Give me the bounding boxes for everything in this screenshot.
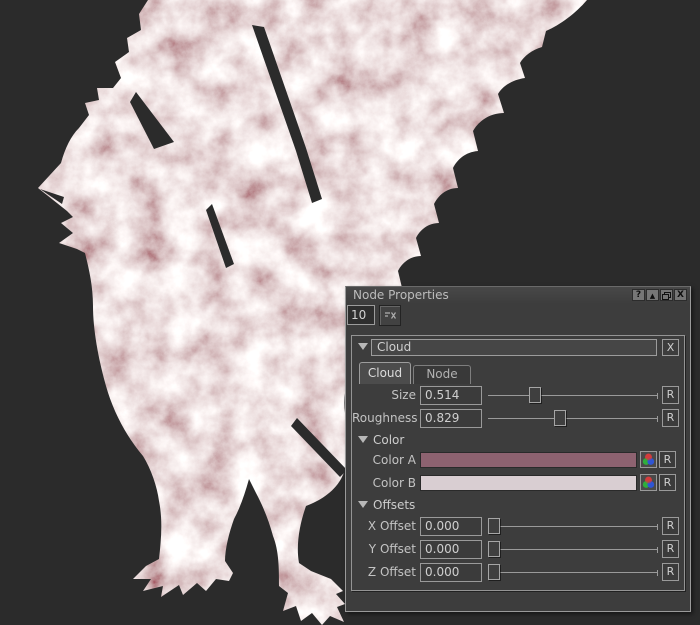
help-button[interactable]: ? — [632, 289, 645, 301]
size-label: Size — [352, 388, 416, 402]
roughness-slider-handle[interactable] — [554, 410, 566, 426]
restore-button[interactable] — [660, 289, 673, 301]
y-offset-slider-handle[interactable] — [488, 541, 500, 557]
z-offset-slider-handle[interactable] — [488, 564, 500, 580]
z-offset-reset-button[interactable]: R — [662, 563, 679, 581]
collapse-color-icon[interactable] — [358, 436, 368, 443]
slider-track — [488, 549, 657, 550]
color-a-label: Color A — [352, 453, 416, 467]
size-slider[interactable] — [488, 386, 658, 405]
color-a-swatch[interactable] — [420, 452, 637, 468]
slider-end-tick — [657, 570, 658, 576]
color-section-title: Color — [373, 433, 404, 447]
slider-end-tick — [657, 416, 658, 422]
size-input[interactable]: 0.514 — [420, 386, 482, 405]
y-offset-row: Y Offset 0.000 R — [352, 540, 684, 559]
size-reset-button[interactable]: R — [662, 386, 679, 404]
z-offset-label: Z Offset — [352, 565, 416, 579]
cloud-node-group: Cloud X Cloud Node Size 0.514 R Roughnes… — [351, 335, 685, 591]
keyboard-entry-button[interactable] — [379, 305, 401, 326]
roughness-reset-button[interactable]: R — [662, 409, 679, 427]
roughness-row: Roughness 0.829 R — [352, 409, 684, 428]
window-controls: ? ▲ X — [632, 289, 687, 301]
node-properties-panel: Node Properties ? ▲ X 10 Cloud X Cloud N… — [345, 286, 691, 612]
keyboard-icon — [384, 311, 397, 320]
slider-end-tick — [657, 524, 658, 530]
y-offset-reset-button[interactable]: R — [662, 540, 679, 558]
panel-titlebar[interactable]: Node Properties ? ▲ X — [346, 287, 690, 304]
roughness-slider[interactable] — [488, 409, 658, 428]
y-offset-input[interactable]: 0.000 — [420, 540, 482, 559]
offsets-section-title: Offsets — [373, 498, 415, 512]
color-b-row: Color B R — [352, 474, 684, 493]
color-b-reset-button[interactable]: R — [659, 474, 676, 491]
x-offset-reset-button[interactable]: R — [662, 517, 679, 535]
color-a-row: Color A R — [352, 451, 684, 470]
size-slider-handle[interactable] — [529, 387, 541, 403]
x-offset-slider-handle[interactable] — [488, 518, 500, 534]
shade-button[interactable]: ▲ — [646, 289, 659, 301]
color-a-reset-button[interactable]: R — [659, 451, 676, 468]
size-row: Size 0.514 R — [352, 386, 684, 405]
x-offset-slider[interactable] — [488, 517, 658, 536]
color-b-label: Color B — [352, 476, 416, 490]
x-offset-input[interactable]: 0.000 — [420, 517, 482, 536]
close-window-button[interactable]: X — [674, 289, 687, 301]
tab-node[interactable]: Node — [413, 365, 471, 384]
z-offset-input[interactable]: 0.000 — [420, 563, 482, 582]
slider-track — [488, 395, 657, 396]
collapse-node-icon[interactable] — [358, 343, 368, 350]
restore-icon — [662, 292, 671, 300]
y-offset-slider[interactable] — [488, 540, 658, 559]
roughness-input[interactable]: 0.829 — [420, 409, 482, 428]
color-b-picker-button[interactable] — [640, 474, 657, 491]
color-b-swatch[interactable] — [420, 475, 637, 491]
x-offset-label: X Offset — [352, 519, 416, 533]
rgb-picker-icon — [642, 453, 655, 466]
node-id-input[interactable]: 10 — [347, 305, 375, 325]
slider-end-tick — [657, 393, 658, 399]
tab-cloud[interactable]: Cloud — [359, 362, 411, 384]
roughness-label: Roughness — [352, 411, 416, 425]
application-canvas: Node Properties ? ▲ X 10 Cloud X Cloud N… — [0, 0, 700, 625]
node-name-input[interactable]: Cloud — [371, 339, 657, 356]
slider-track — [488, 526, 657, 527]
rgb-picker-icon — [642, 476, 655, 489]
color-a-picker-button[interactable] — [640, 451, 657, 468]
z-offset-row: Z Offset 0.000 R — [352, 563, 684, 582]
x-offset-row: X Offset 0.000 R — [352, 517, 684, 536]
collapse-offsets-icon[interactable] — [358, 501, 368, 508]
slider-track — [488, 572, 657, 573]
slider-track — [488, 418, 657, 419]
y-offset-label: Y Offset — [352, 542, 416, 556]
slider-end-tick — [657, 547, 658, 553]
panel-title: Node Properties — [353, 288, 449, 302]
z-offset-slider[interactable] — [488, 563, 658, 582]
delete-node-button[interactable]: X — [662, 339, 679, 356]
